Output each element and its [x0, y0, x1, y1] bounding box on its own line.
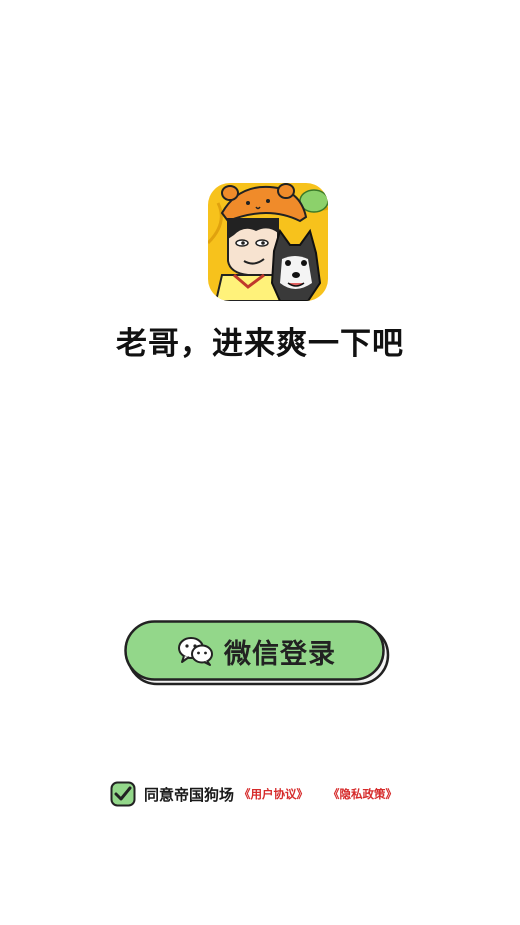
- privacy-policy-link[interactable]: 《隐私政策》: [328, 786, 397, 802]
- app-logo-icon: [208, 183, 328, 301]
- agreement-text: 同意帝国狗场: [144, 785, 235, 804]
- agreement-row: 同意帝国狗场 《用户协议》 《隐私政策》: [110, 779, 397, 809]
- user-agreement-link[interactable]: 《用户协议》: [239, 786, 308, 802]
- agreement-checkbox[interactable]: [110, 781, 136, 807]
- wechat-login-label: 微信登录: [224, 638, 336, 670]
- wechat-icon: [178, 637, 213, 666]
- login-screen: 老哥，进来爽一下吧 微信登录 同意帝国狗场 《用户协议》 《隐私政策》: [0, 0, 520, 925]
- wechat-login-button[interactable]: 微信登录: [124, 620, 390, 686]
- slogan-title: 老哥，进来爽一下吧: [116, 326, 404, 362]
